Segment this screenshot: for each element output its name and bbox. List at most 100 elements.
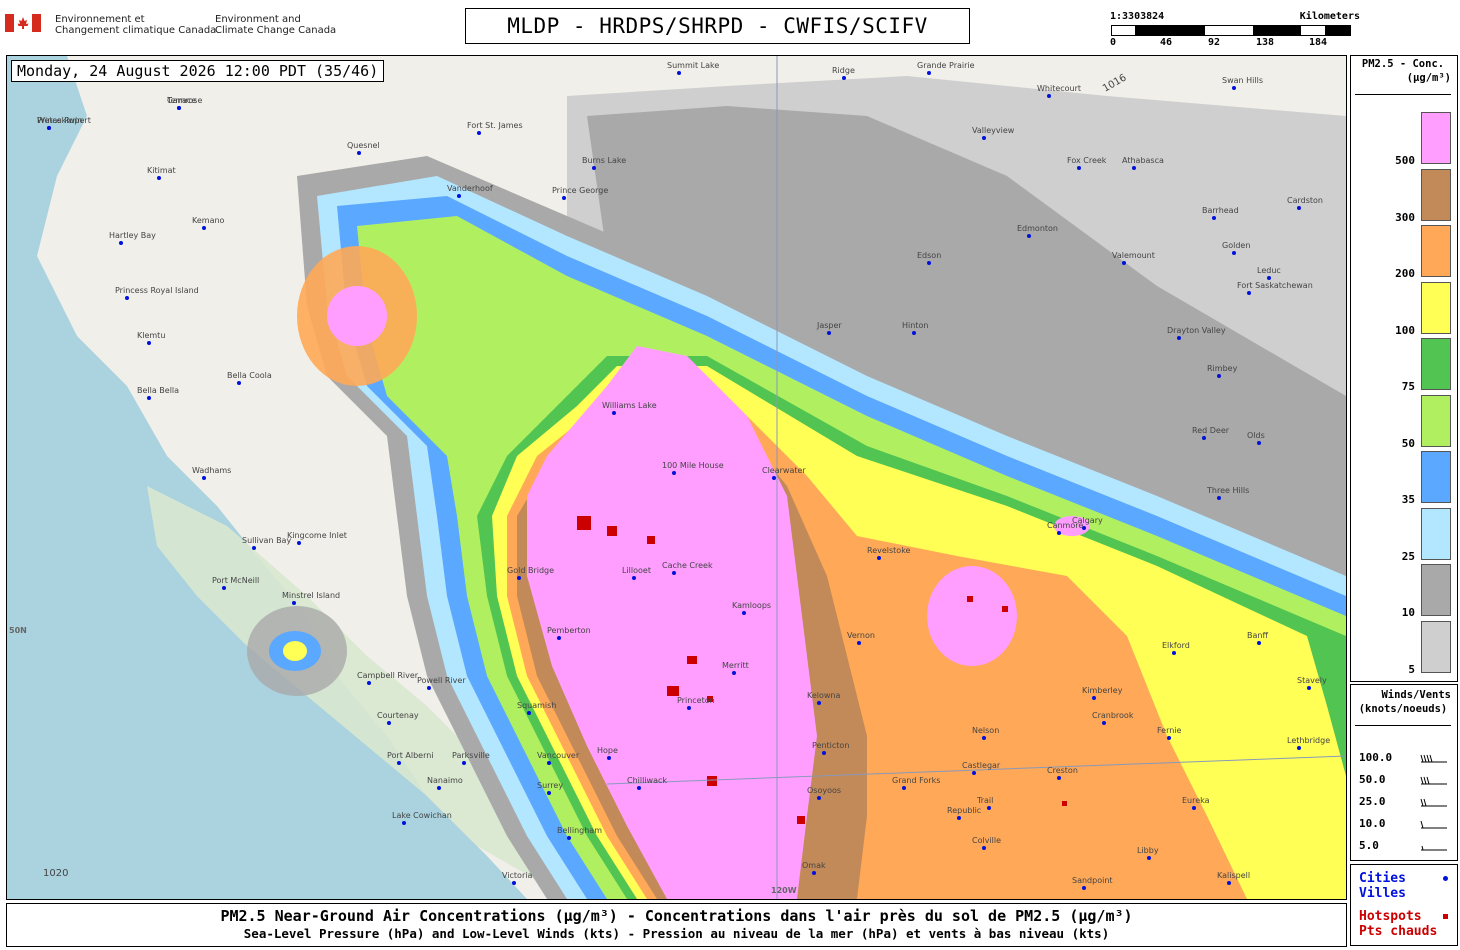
city-marker: [1082, 886, 1086, 890]
scale-bar: 1:3303824 Kilometers 0 46 92 138 184: [1110, 10, 1360, 50]
legend-swatch: [1421, 168, 1451, 221]
city-marker: [1177, 336, 1181, 340]
city-marker: [125, 296, 129, 300]
place-label: Lillooet: [622, 566, 651, 575]
city-marker: [567, 836, 571, 840]
place-label: Merritt: [722, 661, 749, 670]
scale-ratio: 1:3303824: [1110, 11, 1165, 22]
city-marker: [822, 751, 826, 755]
scale-tick: 92: [1208, 37, 1221, 48]
legend-swatch: [1421, 225, 1451, 277]
city-marker: [1147, 856, 1151, 860]
place-label: Fort Saskatchewan: [1237, 281, 1313, 290]
cities-label: Cities Villes: [1359, 871, 1406, 901]
city-marker: [817, 796, 821, 800]
wind-speed-label: 5.0: [1359, 839, 1379, 852]
city-marker: [427, 686, 431, 690]
city-marker: [607, 756, 611, 760]
city-marker: [982, 736, 986, 740]
place-label: Kalispell: [1217, 871, 1251, 880]
place-label: Eureka: [1182, 796, 1210, 805]
smoke-forecast-map[interactable]: Monday, 24 August 2026 12:00 PDT (35/46)…: [6, 55, 1347, 900]
scale-tick: 46: [1160, 37, 1173, 48]
city-marker: [252, 546, 256, 550]
canada-flag-icon: [5, 14, 41, 32]
place-label: Prince George: [552, 186, 609, 195]
city-marker: [1027, 234, 1031, 238]
caption-line-2: Sea-Level Pressure (hPa) and Low-Level W…: [243, 926, 1110, 941]
place-label: Campbell River: [357, 671, 419, 680]
place-label: Parksville: [452, 751, 490, 760]
place-label: Bella Coola: [227, 371, 272, 380]
city-marker: [527, 711, 531, 715]
city-marker: [462, 761, 466, 765]
place-label: Port McNeill: [212, 576, 260, 585]
city-marker: [517, 576, 521, 580]
legend-tick-label: 35: [1401, 493, 1415, 506]
agency-name-fr: Environnement et Changement climatique C…: [55, 14, 217, 36]
wind-speed-label: 50.0: [1359, 773, 1386, 786]
city-marker: [1167, 736, 1171, 740]
place-label: Fort St. James: [467, 121, 523, 130]
city-marker: [592, 166, 596, 170]
city-marker: [612, 411, 616, 415]
place-label: Kingcome Inlet: [287, 531, 347, 540]
city-marker: [912, 331, 916, 335]
scale-tick: 0: [1110, 37, 1117, 48]
legend-tick-label: 5: [1408, 662, 1415, 676]
place-label: Red Deer: [1192, 426, 1230, 435]
place-label: Drayton Valley: [1167, 326, 1226, 335]
legend-swatch: [1421, 394, 1451, 447]
place-label: Sandpoint: [1072, 876, 1113, 885]
city-marker: [512, 881, 516, 885]
place-label: Leduc: [1257, 266, 1281, 275]
city-marker: [547, 761, 551, 765]
place-label: Stavely: [1297, 676, 1327, 685]
city-dot-icon: [1443, 876, 1448, 881]
city-marker: [672, 471, 676, 475]
city-marker: [1047, 94, 1051, 98]
place-label: Cardston: [1287, 196, 1323, 205]
city-marker: [157, 176, 161, 180]
city-marker: [1192, 806, 1196, 810]
legend-swatch: [1421, 338, 1451, 390]
wind-barb-icon: [1420, 754, 1447, 763]
legend-tick-label: 100: [1395, 323, 1415, 337]
place-label: Kitimat: [147, 166, 176, 175]
place-label: Fernie: [1157, 726, 1182, 735]
place-label: Three Hills: [1207, 486, 1250, 495]
legend-tick-label: 75: [1401, 380, 1415, 393]
legend-unit: (µg/m³): [1406, 72, 1451, 84]
city-marker: [1267, 276, 1271, 280]
place-label: Wetaskiwin: [37, 116, 83, 125]
city-marker: [357, 151, 361, 155]
place-label: Golden: [1222, 241, 1251, 250]
city-marker: [812, 871, 816, 875]
place-label: Valleyview: [972, 126, 1015, 135]
place-label: Courtenay: [377, 711, 419, 720]
wind-barb-icon: [1420, 798, 1447, 807]
city-marker: [877, 556, 881, 560]
city-marker: [1092, 696, 1096, 700]
scale-tick: 138: [1256, 37, 1275, 48]
city-marker: [632, 576, 636, 580]
place-label: Cranbrook: [1092, 711, 1134, 720]
place-label: Kimberley: [1082, 686, 1123, 695]
city-marker: [1132, 166, 1136, 170]
city-marker: [1077, 166, 1081, 170]
place-label: Elkford: [1162, 641, 1190, 650]
city-marker: [1257, 441, 1261, 445]
city-marker: [857, 641, 861, 645]
scale-unit: Kilometers: [1299, 11, 1360, 22]
legend-tick-label: 10: [1401, 606, 1415, 619]
place-label: Nanaimo: [427, 776, 463, 785]
city-marker: [1297, 206, 1301, 210]
wind-legend-unit: (knots/noeuds): [1358, 703, 1448, 715]
place-label: 100 Mile House: [662, 461, 724, 470]
city-marker: [1057, 531, 1061, 535]
hotspot-square-icon: [1443, 914, 1448, 919]
city-marker: [1217, 374, 1221, 378]
place-label: Castlegar: [962, 761, 1001, 770]
city-marker: [119, 241, 123, 245]
city-marker: [292, 601, 296, 605]
